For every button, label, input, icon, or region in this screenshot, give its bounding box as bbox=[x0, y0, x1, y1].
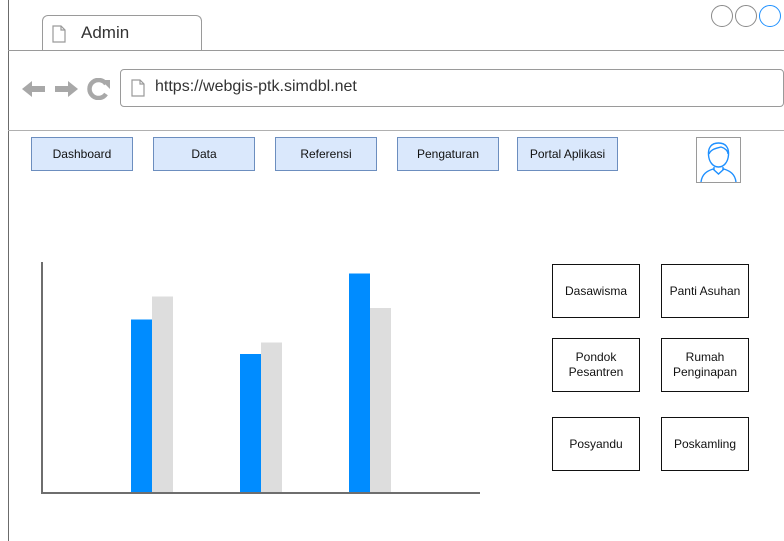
tile-posyandu[interactable]: Posyandu bbox=[552, 417, 640, 471]
tile-panti-asuhan[interactable]: Panti Asuhan bbox=[661, 264, 749, 318]
tile-dasawisma[interactable]: Dasawisma bbox=[552, 264, 640, 318]
bar-series1-group3 bbox=[349, 273, 370, 492]
bar-series2-group1 bbox=[152, 296, 173, 492]
tile-pondok-pesantren[interactable]: Pondok Pesantren bbox=[552, 338, 640, 392]
bar-series2-group2 bbox=[261, 342, 282, 492]
bar-series2-group3 bbox=[370, 308, 391, 492]
bar-series1-group1 bbox=[131, 319, 152, 492]
bar-series1-group2 bbox=[240, 354, 261, 492]
tile-poskamling[interactable]: Poskamling bbox=[661, 417, 749, 471]
tile-rumah-penginapan[interactable]: Rumah Penginapan bbox=[661, 338, 749, 392]
